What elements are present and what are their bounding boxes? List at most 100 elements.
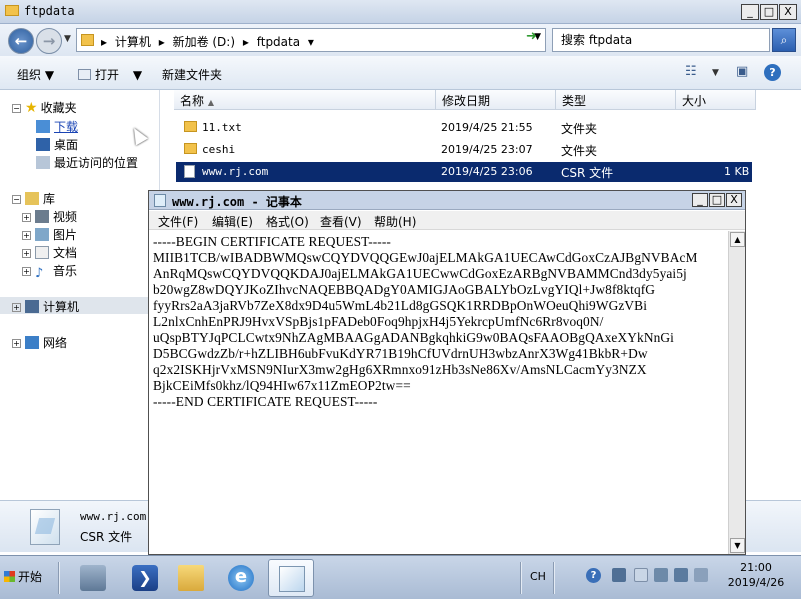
nav-recent-places[interactable]: 最近访问的位置 — [36, 154, 138, 171]
refresh-icon[interactable]: ➜ — [526, 29, 537, 44]
file-row-selected[interactable]: www.rj.com 2019/4/25 23:06 CSR 文件 1 KB — [176, 162, 752, 182]
file-type: 文件夹 — [561, 122, 598, 136]
library-icon — [25, 192, 39, 205]
tray-network-icon[interactable] — [654, 568, 668, 582]
music-icon: ♪ — [35, 266, 44, 281]
explorer-title: ftpdata — [24, 4, 75, 18]
breadcrumb-ftpdata[interactable]: ftpdata — [257, 35, 300, 49]
notepad-title: www.rj.com - 记事本 — [172, 195, 302, 209]
menu-help[interactable]: 帮助(H) — [374, 213, 416, 230]
tray-flag-icon[interactable] — [634, 568, 648, 582]
nav-documents-label: 文档 — [53, 246, 78, 260]
nav-network-label: 网络 — [43, 336, 68, 350]
nav-network[interactable]: + 网络 — [12, 334, 67, 351]
menu-file[interactable]: 文件(F) — [158, 213, 198, 230]
nav-computer[interactable]: + 计算机 — [12, 298, 79, 315]
taskbar-internet-explorer[interactable]: e — [218, 559, 264, 597]
internet-explorer-icon: e — [228, 565, 254, 591]
taskbar-server-manager[interactable] — [70, 559, 116, 597]
expand-icon[interactable]: + — [22, 213, 31, 222]
maximize-button[interactable]: □ — [709, 193, 725, 207]
chevron-down-icon[interactable]: ▼ — [712, 68, 719, 78]
vertical-scrollbar[interactable]: ▲ ▼ — [728, 231, 745, 554]
close-button[interactable]: X — [726, 193, 742, 207]
taskbar-notepad[interactable] — [268, 559, 314, 597]
search-input[interactable] — [553, 29, 769, 51]
taskbar-divider — [58, 562, 60, 594]
nav-libraries[interactable]: − 库 — [12, 190, 55, 207]
expand-icon[interactable]: + — [22, 249, 31, 258]
notepad-icon — [154, 194, 166, 207]
collapse-icon[interactable]: − — [12, 195, 21, 204]
breadcrumb-computer[interactable]: 计算机 — [115, 35, 151, 49]
star-icon: ★ — [25, 100, 38, 116]
column-header-name[interactable]: 名称 ▲ — [174, 90, 436, 110]
taskbar-powershell[interactable]: ❯ — [122, 559, 168, 597]
nav-favorites[interactable]: − ★ 收藏夹 — [12, 99, 77, 116]
minimize-button[interactable]: _ — [741, 4, 759, 20]
start-button[interactable]: 开始 — [2, 565, 50, 591]
notepad-window-controls: _ □ X — [692, 193, 742, 207]
new-folder-button[interactable]: 新建文件夹 — [162, 66, 222, 83]
search-icon[interactable]: ⌕ — [772, 28, 796, 52]
close-button[interactable]: X — [779, 4, 797, 20]
minimize-button[interactable]: _ — [692, 193, 708, 207]
breadcrumb-drive[interactable]: 新加卷 (D:) — [173, 35, 235, 49]
scroll-up-icon[interactable]: ▲ — [730, 232, 745, 247]
column-header-type[interactable]: 类型 — [556, 90, 676, 110]
file-row[interactable]: ceshi 2019/4/25 23:07 文件夹 — [176, 140, 752, 160]
nav-pictures[interactable]: + 图片 — [22, 226, 77, 243]
expand-icon[interactable]: + — [22, 231, 31, 240]
file-row[interactable]: 11.txt 2019/4/25 21:55 文件夹 — [176, 118, 752, 138]
search-box[interactable] — [552, 28, 770, 52]
expand-icon[interactable]: + — [12, 339, 21, 348]
nav-documents[interactable]: + 文档 — [22, 244, 77, 261]
command-bar: 组织 ▼ 打开 ▼ 新建文件夹 ☷ ▼ ▣ ? — [0, 56, 801, 90]
scroll-down-icon[interactable]: ▼ — [730, 538, 745, 553]
nav-videos[interactable]: + 视频 — [22, 208, 77, 225]
back-button[interactable]: ← — [8, 28, 34, 54]
preview-pane-icon[interactable]: ▣ — [736, 64, 748, 79]
address-field[interactable]: ▸ 计算机 ▸ 新加卷 (D:) ▸ ftpdata ▾ ▼ — [76, 28, 546, 52]
notepad-text-area[interactable]: -----BEGIN CERTIFICATE REQUEST----- MIIB… — [153, 234, 725, 552]
maximize-button[interactable]: □ — [760, 4, 778, 20]
nav-desktop[interactable]: 桌面 — [36, 136, 78, 153]
column-header-size[interactable]: 大小 — [676, 90, 756, 110]
nav-music[interactable]: + ♪ 音乐 — [22, 262, 77, 280]
file-name: ceshi — [202, 143, 236, 156]
help-icon[interactable]: ? — [764, 64, 781, 81]
view-options-icon[interactable]: ☷ — [685, 64, 697, 79]
taskbar-explorer[interactable] — [168, 559, 214, 597]
expand-icon[interactable]: + — [12, 303, 21, 312]
file-date: 2019/4/25 23:06 — [441, 165, 533, 178]
chevron-down-icon: ▼ — [132, 68, 143, 82]
tray-volume-icon[interactable] — [674, 568, 688, 582]
column-header-date[interactable]: 修改日期 — [436, 90, 556, 110]
nav-downloads[interactable]: 下载 — [36, 118, 78, 135]
videos-icon — [35, 210, 49, 223]
expand-icon[interactable]: + — [22, 267, 31, 276]
open-button[interactable]: 打开 ▼ — [78, 66, 142, 83]
recent-pages-dropdown-icon[interactable]: ▼ — [64, 34, 71, 44]
tray-monitor-icon[interactable] — [694, 568, 708, 582]
system-clock[interactable]: 21:00 2019/4/26 — [716, 560, 796, 590]
forward-button[interactable]: → — [36, 28, 62, 54]
documents-icon — [35, 246, 49, 259]
breadcrumb-dropdown-icon[interactable]: ▾ — [308, 35, 314, 49]
organize-button[interactable]: 组织 ▼ — [17, 66, 54, 83]
language-indicator[interactable]: CH — [530, 570, 546, 583]
help-icon[interactable]: ? — [586, 568, 601, 583]
tray-keyboard-icon[interactable] — [612, 568, 626, 582]
address-bar-row: ← → ▼ ▸ 计算机 ▸ 新加卷 (D:) ▸ ftpdata ▾ ▼ ➜ ⌕ — [0, 24, 801, 56]
network-icon — [25, 336, 39, 349]
notepad-titlebar[interactable]: www.rj.com - 记事本 _ □ X — [149, 191, 745, 210]
menu-format[interactable]: 格式(O) — [266, 213, 309, 230]
folder-icon — [81, 34, 94, 46]
collapse-icon[interactable]: − — [12, 104, 21, 113]
menu-view[interactable]: 查看(V) — [320, 213, 362, 230]
sort-ascending-icon: ▲ — [207, 98, 214, 107]
breadcrumb-separator: ▸ — [242, 35, 249, 49]
explorer-titlebar[interactable]: ftpdata _ □ X — [0, 0, 801, 24]
menu-edit[interactable]: 编辑(E) — [212, 213, 253, 230]
notepad-icon — [279, 566, 305, 592]
